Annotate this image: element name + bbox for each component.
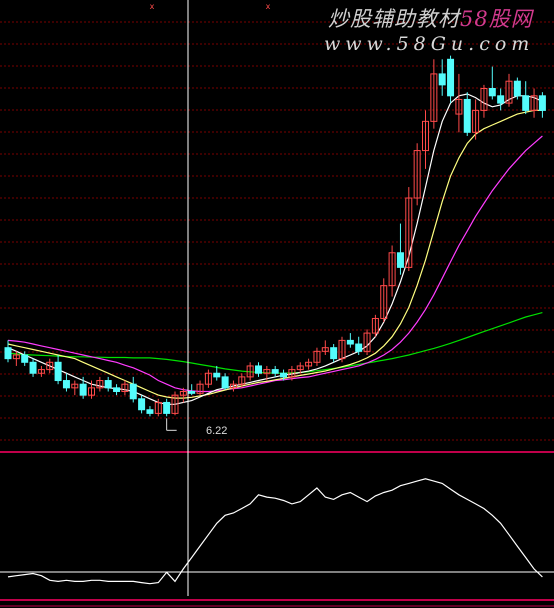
watermark-line1: 炒股辅助教材58股网 [328, 3, 533, 33]
candle-body [146, 409, 154, 414]
ma-short-line [7, 93, 543, 405]
candle-body [447, 58, 455, 97]
candle-body [255, 365, 262, 374]
watermark-brand: 58股网 [460, 7, 533, 31]
candle-body [271, 369, 279, 374]
candle-body [62, 380, 70, 389]
watermark-title: 炒股辅助教材 [328, 7, 460, 31]
candle-body [54, 361, 62, 382]
watermark-url: www.58Gu.com [324, 33, 535, 55]
candle-body [497, 95, 505, 104]
indicator-line [7, 478, 543, 585]
candle-body [396, 252, 404, 268]
candle-body [280, 372, 288, 378]
candle-body [513, 80, 521, 97]
candle-body [463, 98, 471, 133]
candle-body [104, 380, 112, 389]
low-price-label: 6.22 [206, 425, 228, 437]
top-marker: x [150, 2, 155, 11]
candle-body [4, 347, 12, 360]
candle-body [522, 95, 530, 111]
stock-chart[interactable]: xx [0, 0, 554, 608]
candle-body [138, 398, 146, 411]
candle-body [163, 401, 171, 414]
candle-body [129, 383, 137, 400]
candle-body [330, 347, 338, 360]
candle-body [79, 383, 87, 396]
candle-body [29, 361, 37, 374]
candle-body [346, 339, 354, 345]
candle-body [438, 73, 446, 86]
candle-body [538, 95, 546, 111]
candle-body [21, 354, 29, 363]
candle-body [355, 343, 363, 352]
candle-body [488, 88, 496, 97]
candle-body [213, 372, 221, 378]
candle-body [113, 387, 121, 392]
top-marker: x [266, 2, 271, 11]
candle-body [221, 376, 229, 389]
candle-body [188, 390, 196, 394]
